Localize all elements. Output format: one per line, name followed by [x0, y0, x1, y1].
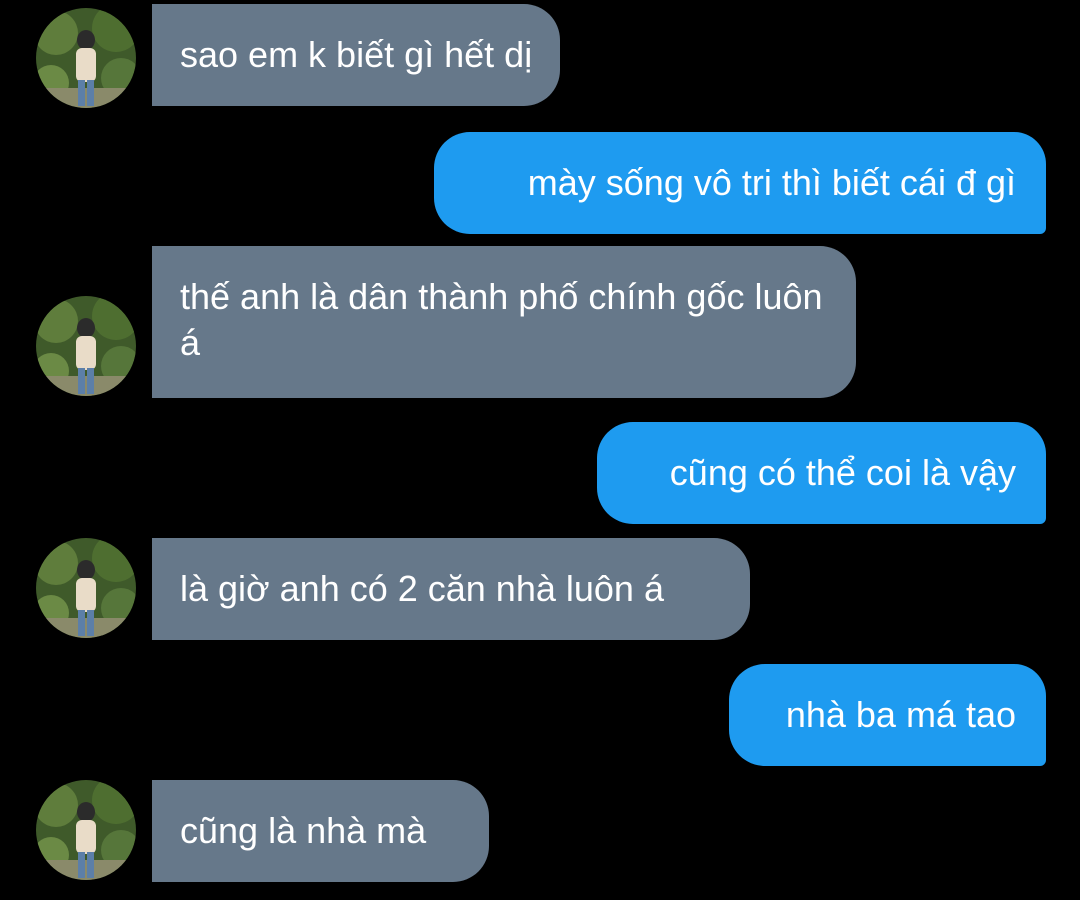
message-text: thế anh là dân thành phố chính gốc luôn …	[180, 276, 823, 363]
avatar-photo-icon	[36, 538, 136, 638]
contact-avatar[interactable]	[36, 538, 136, 638]
outgoing-message-bubble[interactable]: mày sống vô tri thì biết cái đ gì	[434, 132, 1046, 234]
avatar-photo-icon	[36, 780, 136, 880]
incoming-message-bubble[interactable]: sao em k biết gì hết dị	[152, 4, 561, 106]
avatar-photo-icon	[36, 296, 136, 396]
message-text: cũng là nhà mà	[180, 810, 427, 851]
incoming-message-bubble[interactable]: cũng là nhà mà	[152, 780, 489, 882]
message-text: mày sống vô tri thì biết cái đ gì	[527, 162, 1016, 203]
avatar-photo-icon	[36, 8, 136, 108]
message-text: cũng có thể coi là vậy	[669, 452, 1016, 493]
contact-avatar[interactable]	[36, 296, 136, 396]
message-text: là giờ anh có 2 căn nhà luôn á	[180, 568, 664, 609]
message-text: sao em k biết gì hết dị	[180, 34, 533, 75]
outgoing-message-bubble[interactable]: nhà ba má tao	[729, 664, 1046, 766]
contact-avatar[interactable]	[36, 8, 136, 108]
contact-avatar[interactable]	[36, 780, 136, 880]
message-text: nhà ba má tao	[785, 694, 1016, 735]
incoming-message-bubble[interactable]: là giờ anh có 2 căn nhà luôn á	[152, 538, 750, 640]
chat-thread: sao em k biết gì hết dị mày sống vô tri …	[0, 0, 1080, 900]
outgoing-message-bubble[interactable]: cũng có thể coi là vậy	[597, 422, 1046, 524]
incoming-message-bubble[interactable]: thế anh là dân thành phố chính gốc luôn …	[152, 246, 856, 398]
